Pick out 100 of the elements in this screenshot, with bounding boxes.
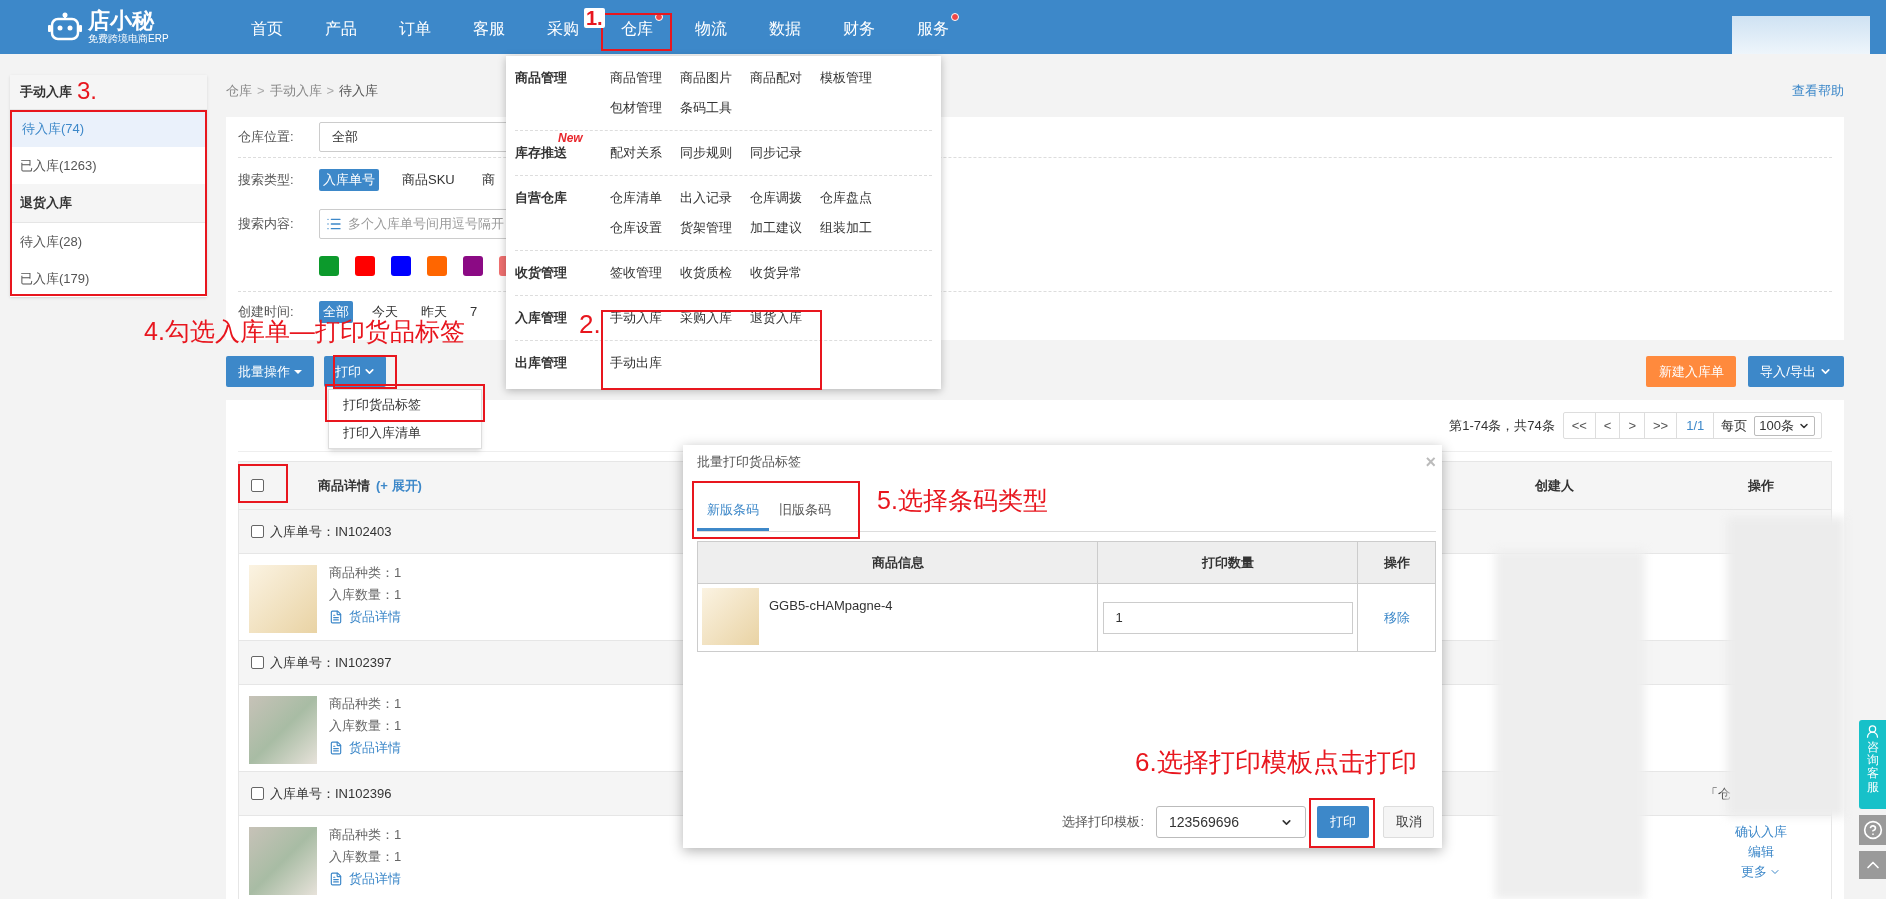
sidebar-item[interactable]: 已入库(1263) bbox=[10, 147, 207, 184]
menu-link[interactable]: 组装加工 bbox=[820, 213, 872, 243]
menu-link[interactable]: 商品管理 bbox=[610, 63, 662, 93]
breadcrumb-separator: > bbox=[257, 82, 265, 101]
menu-link[interactable]: 仓库盘点 bbox=[820, 183, 872, 213]
column-header: 操作 bbox=[1748, 476, 1774, 495]
color-tag[interactable] bbox=[391, 255, 411, 276]
document-icon bbox=[329, 741, 343, 755]
menu-link[interactable]: 包材管理 bbox=[610, 93, 662, 123]
column-header: 商品信息 bbox=[870, 553, 925, 572]
help-link[interactable]: 查看帮助 bbox=[1792, 81, 1844, 101]
per-page-select[interactable]: 100条 bbox=[1754, 415, 1815, 436]
checkbox[interactable] bbox=[251, 479, 264, 492]
menu-link[interactable]: 收货异常 bbox=[750, 258, 802, 288]
column-header: 打印数量 bbox=[1097, 542, 1357, 583]
breadcrumb-link[interactable]: 待入库 bbox=[339, 81, 379, 101]
menu-group-title: 自营仓库 bbox=[515, 189, 567, 208]
no-image-placeholder bbox=[702, 588, 759, 645]
filter-chip[interactable]: 商 bbox=[477, 169, 499, 191]
breadcrumb-separator: > bbox=[326, 82, 335, 101]
nav-link[interactable]: 物流 bbox=[695, 13, 727, 41]
nav-link[interactable]: 服务 bbox=[907, 13, 959, 41]
remove-link[interactable]: 移除 bbox=[1383, 607, 1410, 628]
nav-link[interactable]: 产品 bbox=[325, 13, 357, 41]
filter-chip[interactable]: 商品SKU bbox=[398, 169, 459, 191]
menu-link[interactable]: 商品图片 bbox=[680, 63, 732, 93]
nav-link[interactable]: 仓库 bbox=[611, 13, 663, 41]
column-header: 商品详情 bbox=[318, 476, 370, 495]
menu-link[interactable]: 采购入库 bbox=[680, 303, 732, 333]
nav-link[interactable]: 订单 bbox=[399, 13, 431, 41]
checkbox[interactable] bbox=[251, 787, 264, 800]
item-details-link[interactable]: 货品详情 bbox=[329, 871, 402, 887]
menu-link[interactable]: 加工建议 bbox=[750, 213, 802, 243]
color-tag[interactable] bbox=[355, 255, 375, 276]
dropdown-item[interactable]: 打印入库清单 bbox=[329, 419, 481, 447]
color-tag[interactable] bbox=[427, 255, 447, 276]
menu-link[interactable]: 商品配对 bbox=[750, 63, 802, 93]
nav-link[interactable]: 数据 bbox=[769, 13, 801, 41]
per-page-label: 每页 bbox=[1720, 416, 1749, 435]
item-details-link[interactable]: 货品详情 bbox=[329, 740, 402, 756]
row-action-link[interactable]: 更多 bbox=[1741, 864, 1781, 880]
item-kinds: 商品种类：1 bbox=[329, 696, 402, 712]
page-indicator[interactable]: 1/1 bbox=[1677, 413, 1715, 438]
menu-link[interactable]: 收货质检 bbox=[680, 258, 732, 288]
sku-text: GGB5-cHAMpagne-4 bbox=[769, 597, 893, 615]
dialog-title: 批量打印货品标签 bbox=[697, 453, 801, 472]
sidebar-item[interactable]: 待入库(28) bbox=[10, 223, 207, 260]
person-icon bbox=[1865, 724, 1880, 739]
pager-button[interactable]: < bbox=[1595, 413, 1621, 438]
robot-logo-icon bbox=[48, 12, 82, 42]
menu-link[interactable]: 退货入库 bbox=[750, 303, 802, 333]
item-kinds: 商品种类：1 bbox=[329, 565, 402, 581]
menu-link[interactable]: 仓库调拨 bbox=[750, 183, 802, 213]
row-action-link[interactable]: 确认入库 bbox=[1735, 824, 1787, 840]
nav-link[interactable]: 财务 bbox=[843, 13, 875, 41]
menu-link[interactable]: 出入记录 bbox=[680, 183, 732, 213]
menu-link[interactable]: 条码工具 bbox=[680, 93, 732, 123]
dropdown-item[interactable]: 打印货品标签 bbox=[329, 391, 481, 419]
tab[interactable]: 旧版条码 bbox=[769, 491, 841, 531]
help-icon bbox=[1862, 820, 1883, 840]
cancel-button[interactable]: 取消 bbox=[1383, 806, 1434, 838]
sidebar-item[interactable]: 已入库(179) bbox=[10, 260, 207, 297]
nav-link[interactable]: 首页 bbox=[251, 13, 283, 41]
pager-button[interactable]: << bbox=[1563, 413, 1596, 438]
filter-chip[interactable]: 7 bbox=[466, 301, 482, 323]
order-number: 入库单号：IN102396 bbox=[270, 784, 392, 803]
item-details-link[interactable]: 货品详情 bbox=[329, 609, 402, 625]
menu-link[interactable]: 同步记录 bbox=[750, 138, 802, 168]
nav-link[interactable]: 采购 bbox=[547, 13, 579, 41]
back-to-top-button[interactable] bbox=[1859, 851, 1886, 879]
menu-group-title: 收货管理 bbox=[515, 264, 567, 283]
filter-chip[interactable]: 入库单号 bbox=[319, 169, 379, 191]
annotation-text: 6.选择打印模板点击打印 bbox=[1135, 749, 1417, 775]
menu-link[interactable]: 同步规则 bbox=[680, 138, 732, 168]
new-label: New bbox=[558, 130, 583, 146]
print-confirm-button[interactable]: 打印 bbox=[1317, 806, 1369, 838]
menu-link[interactable]: 货架管理 bbox=[680, 213, 732, 243]
quantity-field[interactable]: 1 bbox=[1102, 601, 1353, 634]
annotation-text: 2. bbox=[579, 311, 601, 337]
pager-button[interactable]: > bbox=[1620, 413, 1646, 438]
batch-actions-button[interactable]: 批量操作 bbox=[226, 356, 314, 387]
pager-button[interactable]: >> bbox=[1645, 413, 1678, 438]
import-export-button[interactable]: 导入/导出 bbox=[1748, 356, 1844, 387]
color-tag[interactable] bbox=[319, 255, 339, 276]
highlight-frame bbox=[238, 464, 288, 503]
checkbox[interactable] bbox=[251, 656, 264, 669]
help-button[interactable] bbox=[1859, 815, 1886, 845]
tab[interactable]: 新版条码 bbox=[697, 491, 769, 531]
menu-link[interactable]: 手动出库 bbox=[610, 348, 662, 378]
row-action-link[interactable]: 编辑 bbox=[1748, 844, 1774, 860]
nav-link[interactable]: 客服 bbox=[473, 13, 505, 41]
document-icon bbox=[329, 872, 343, 886]
template-select[interactable]: 123569696 bbox=[1156, 806, 1306, 838]
color-tag[interactable] bbox=[463, 255, 483, 276]
menu-link[interactable]: 模板管理 bbox=[820, 63, 872, 93]
menu-link[interactable]: 签收管理 bbox=[610, 258, 662, 288]
checkbox[interactable] bbox=[251, 525, 264, 538]
item-quantity: 入库数量：1 bbox=[329, 587, 402, 603]
no-image-placeholder bbox=[249, 565, 317, 633]
annotation-text: 5.选择条码类型 bbox=[877, 488, 1048, 513]
